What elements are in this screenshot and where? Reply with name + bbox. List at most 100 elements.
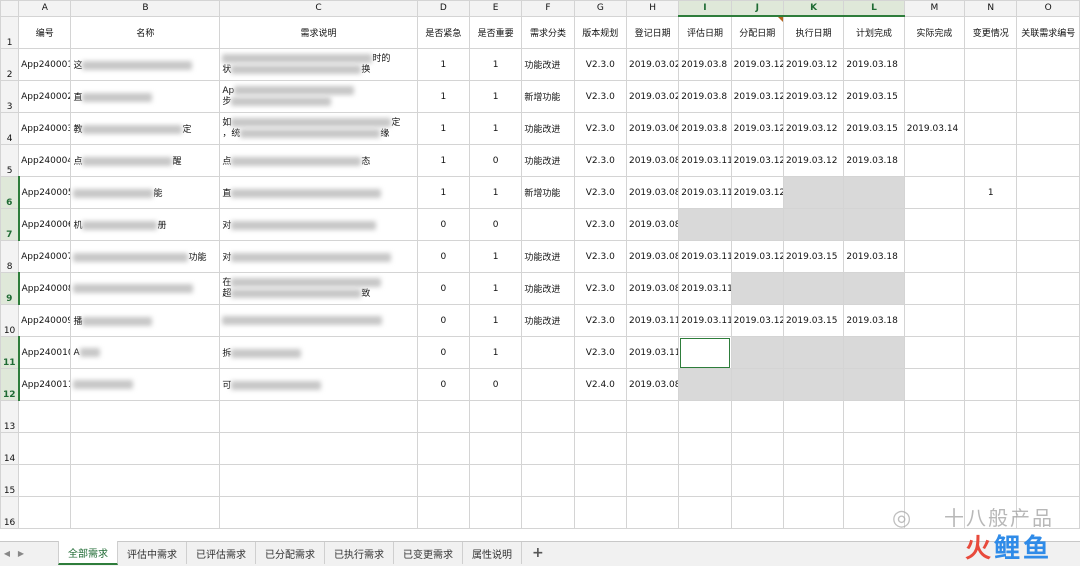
change-cell[interactable]	[964, 112, 1018, 145]
exec-date-cell[interactable]	[782, 208, 845, 241]
cell[interactable]	[521, 432, 575, 465]
important-cell[interactable]: 1	[468, 336, 523, 369]
cell[interactable]	[416, 464, 470, 497]
eval-date-cell[interactable]: 2019.03.8	[678, 48, 732, 81]
name-cell[interactable]: 功能	[70, 240, 221, 273]
cell[interactable]	[416, 496, 470, 529]
sheet-tab[interactable]: 已评估需求	[187, 542, 256, 564]
assign-date-cell[interactable]: 2019.03.12	[730, 144, 784, 177]
header-cell[interactable]: 评估日期	[678, 15, 732, 49]
version-cell[interactable]: V2.3.0	[573, 304, 627, 337]
select-all-corner[interactable]	[0, 0, 20, 17]
id-cell[interactable]: App240006	[18, 208, 72, 241]
cell[interactable]	[521, 496, 575, 529]
column-header-o[interactable]: O	[1016, 0, 1080, 17]
cell[interactable]	[843, 496, 905, 529]
description-cell[interactable]: 在超 致	[219, 272, 418, 305]
id-cell[interactable]: App240010	[18, 336, 72, 369]
version-cell[interactable]: V2.3.0	[573, 208, 627, 241]
cell[interactable]	[18, 432, 72, 465]
related-id-cell[interactable]	[1016, 176, 1080, 209]
actual-date-cell[interactable]	[903, 208, 966, 241]
category-cell[interactable]: 功能改进	[521, 272, 575, 305]
cell[interactable]	[964, 400, 1018, 433]
spreadsheet-grid[interactable]: ABCDEFGHIJKLMNO 1 编号 名称 需求说明 是否紧急 是否重要 需求分类 版本规…	[0, 0, 1080, 529]
register-date-cell[interactable]: 2019.03.06	[625, 112, 680, 145]
change-cell[interactable]	[964, 368, 1018, 401]
cell[interactable]	[219, 496, 418, 529]
eval-date-cell[interactable]: 2019.03.11	[678, 304, 732, 337]
cell[interactable]	[782, 496, 845, 529]
column-header-c[interactable]: C	[219, 0, 418, 17]
description-cell[interactable]: 可	[219, 368, 418, 401]
register-date-cell[interactable]: 2019.03.08	[625, 240, 680, 273]
row-number[interactable]: 10	[0, 304, 20, 337]
column-header-e[interactable]: E	[468, 0, 523, 17]
urgent-cell[interactable]: 0	[416, 240, 470, 273]
id-cell[interactable]: App240004	[18, 144, 72, 177]
column-header-f[interactable]: F	[521, 0, 575, 17]
version-cell[interactable]: V2.3.0	[573, 48, 627, 81]
eval-date-cell[interactable]: 2019.03.8	[678, 80, 732, 113]
related-id-cell[interactable]	[1016, 304, 1080, 337]
exec-date-cell[interactable]: 2019.03.12	[782, 112, 845, 145]
register-date-cell[interactable]: 2019.03.08	[625, 176, 680, 209]
cell[interactable]	[782, 464, 845, 497]
sheet-tab[interactable]: 已分配需求	[256, 542, 325, 564]
cell[interactable]	[964, 496, 1018, 529]
name-cell[interactable]: 播	[70, 304, 221, 337]
row-number[interactable]: 13	[0, 400, 20, 433]
category-cell[interactable]: 功能改进	[521, 240, 575, 273]
cell[interactable]	[70, 400, 221, 433]
assign-date-cell[interactable]	[730, 336, 784, 369]
row-number[interactable]: 15	[0, 464, 20, 497]
urgent-cell[interactable]: 1	[416, 176, 470, 209]
cell[interactable]	[903, 432, 966, 465]
eval-date-cell[interactable]: 2019.03.11	[678, 176, 732, 209]
row-number[interactable]: 5	[0, 144, 20, 177]
actual-date-cell[interactable]: 2019.03.14	[903, 112, 966, 145]
cell[interactable]	[730, 432, 784, 465]
cell[interactable]	[730, 400, 784, 433]
cell[interactable]	[782, 400, 845, 433]
related-id-cell[interactable]	[1016, 80, 1080, 113]
cell[interactable]	[625, 432, 680, 465]
cell[interactable]	[521, 464, 575, 497]
active-cell[interactable]	[678, 336, 732, 369]
column-header-g[interactable]: G	[573, 0, 627, 17]
actual-date-cell[interactable]	[903, 240, 966, 273]
register-date-cell[interactable]: 2019.03.08	[625, 144, 680, 177]
cell[interactable]	[678, 432, 732, 465]
cell[interactable]	[843, 432, 905, 465]
urgent-cell[interactable]: 0	[416, 304, 470, 337]
important-cell[interactable]: 1	[468, 304, 523, 337]
next-sheet-icon[interactable]: ▶	[14, 542, 28, 564]
cell[interactable]	[70, 432, 221, 465]
urgent-cell[interactable]: 0	[416, 272, 470, 305]
register-date-cell[interactable]: 2019.03.08	[625, 272, 680, 305]
column-header-l[interactable]: L	[843, 0, 905, 17]
cell[interactable]	[903, 496, 966, 529]
cell[interactable]	[573, 400, 627, 433]
cell[interactable]	[625, 496, 680, 529]
version-cell[interactable]: V2.3.0	[573, 336, 627, 369]
important-cell[interactable]: 1	[468, 112, 523, 145]
header-cell[interactable]: 编号	[18, 15, 72, 49]
important-cell[interactable]: 0	[468, 144, 523, 177]
cell[interactable]	[573, 496, 627, 529]
description-cell[interactable]: 对	[219, 208, 418, 241]
plan-date-cell[interactable]: 2019.03.18	[843, 48, 905, 81]
row-number[interactable]: 3	[0, 80, 20, 113]
description-cell[interactable]: 如 定 ，统 缘	[219, 112, 418, 145]
version-cell[interactable]: V2.3.0	[573, 112, 627, 145]
actual-date-cell[interactable]	[903, 48, 966, 81]
id-cell[interactable]: App240005	[18, 176, 72, 209]
name-cell[interactable]: 机册	[70, 208, 221, 241]
row-number[interactable]: 16	[0, 496, 20, 529]
eval-date-cell[interactable]	[678, 208, 732, 241]
register-date-cell[interactable]: 2019.03.11	[625, 336, 680, 369]
cell[interactable]	[903, 464, 966, 497]
cell[interactable]	[843, 464, 905, 497]
related-id-cell[interactable]	[1016, 336, 1080, 369]
name-cell[interactable]: A	[70, 336, 221, 369]
